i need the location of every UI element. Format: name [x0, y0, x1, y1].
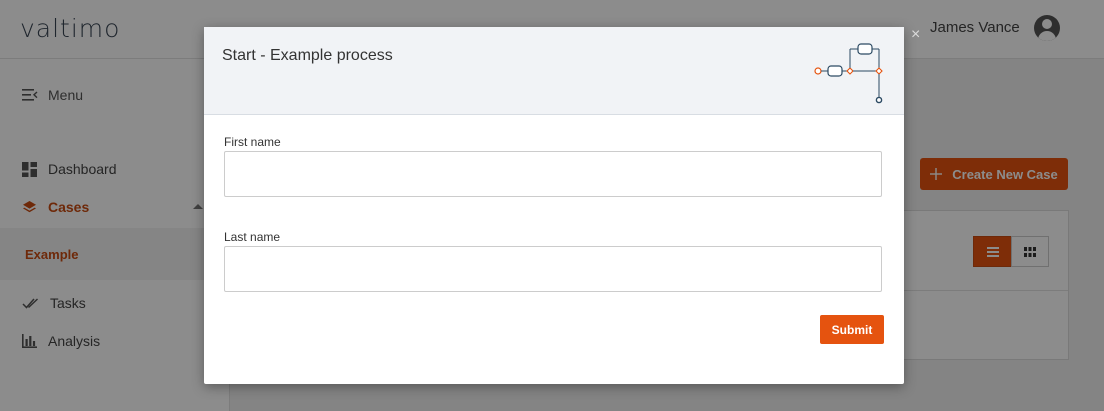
process-diagram-icon	[814, 43, 883, 104]
first-name-input[interactable]	[224, 151, 882, 197]
last-name-label: Last name	[224, 230, 281, 244]
close-icon[interactable]: ×	[911, 27, 920, 43]
modal-header: Start - Example process	[204, 27, 904, 115]
start-process-modal: Start - Example process First name Last …	[204, 27, 904, 384]
submit-button[interactable]: Submit	[820, 315, 884, 344]
first-name-label: First name	[224, 135, 281, 149]
modal-title: Start - Example process	[222, 47, 393, 64]
last-name-input[interactable]	[224, 246, 882, 292]
